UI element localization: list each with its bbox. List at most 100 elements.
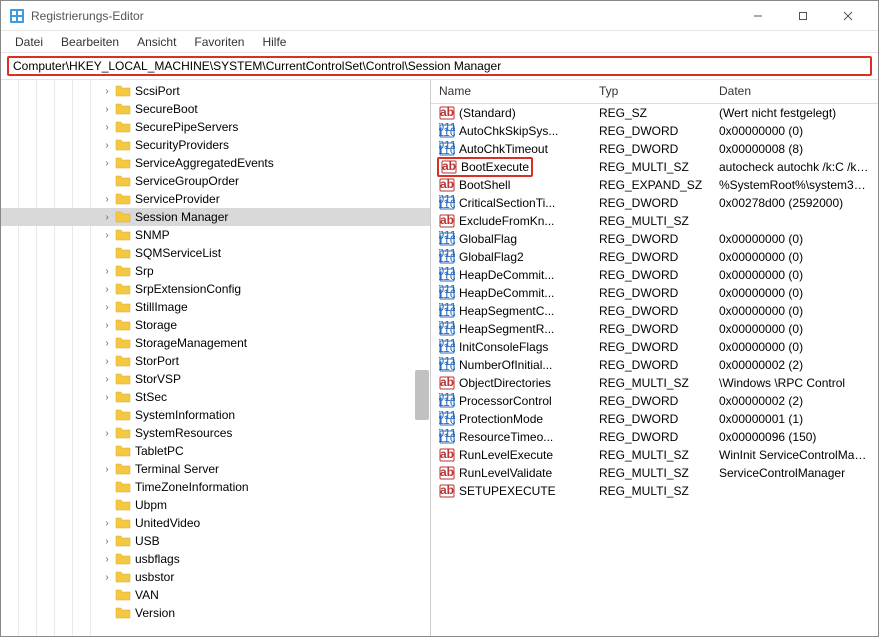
- menu-file[interactable]: Datei: [7, 33, 51, 51]
- value-row[interactable]: 011110HeapDeCommit...REG_DWORD0x00000000…: [431, 284, 878, 302]
- value-row[interactable]: 011110NumberOfInitial...REG_DWORD0x00000…: [431, 356, 878, 374]
- value-data: 0x00000000 (0): [711, 303, 878, 319]
- value-row[interactable]: abObjectDirectoriesREG_MULTI_SZ\Windows …: [431, 374, 878, 392]
- tree-item[interactable]: ›SecurityProviders: [1, 136, 430, 154]
- chevron-right-icon[interactable]: ›: [101, 518, 113, 529]
- close-button[interactable]: [825, 2, 870, 30]
- value-type: REG_DWORD: [591, 411, 711, 427]
- chevron-right-icon[interactable]: ›: [101, 392, 113, 403]
- value-row[interactable]: 011110HeapSegmentR...REG_DWORD0x00000000…: [431, 320, 878, 338]
- chevron-right-icon[interactable]: ›: [101, 266, 113, 277]
- tree-item[interactable]: ›StorPort: [1, 352, 430, 370]
- tree-item[interactable]: ›SNMP: [1, 226, 430, 244]
- tree-item-label: Version: [135, 606, 175, 620]
- tree-item[interactable]: TimeZoneInformation: [1, 478, 430, 496]
- value-row[interactable]: 011110HeapSegmentC...REG_DWORD0x00000000…: [431, 302, 878, 320]
- tree-item[interactable]: SystemInformation: [1, 406, 430, 424]
- tree-item[interactable]: ›ServiceAggregatedEvents: [1, 154, 430, 172]
- chevron-right-icon[interactable]: ›: [101, 464, 113, 475]
- value-row[interactable]: 011110GlobalFlagREG_DWORD0x00000000 (0): [431, 230, 878, 248]
- tree-item[interactable]: ›USB: [1, 532, 430, 550]
- maximize-button[interactable]: [780, 2, 825, 30]
- chevron-right-icon[interactable]: ›: [101, 338, 113, 349]
- value-row[interactable]: abExcludeFromKn...REG_MULTI_SZ: [431, 212, 878, 230]
- chevron-right-icon[interactable]: ›: [101, 158, 113, 169]
- chevron-right-icon[interactable]: ›: [101, 572, 113, 583]
- tree-item[interactable]: ›SecurePipeServers: [1, 118, 430, 136]
- scrollbar-thumb[interactable]: [415, 370, 429, 420]
- chevron-right-icon[interactable]: ›: [101, 194, 113, 205]
- value-row[interactable]: 011110ResourceTimeo...REG_DWORD0x0000009…: [431, 428, 878, 446]
- tree-item[interactable]: ›StSec: [1, 388, 430, 406]
- chevron-right-icon[interactable]: ›: [101, 428, 113, 439]
- tree-pane[interactable]: ›ScsiPort›SecureBoot›SecurePipeServers›S…: [1, 80, 431, 636]
- tree-item[interactable]: ›UnitedVideo: [1, 514, 430, 532]
- chevron-right-icon[interactable]: ›: [101, 356, 113, 367]
- svg-text:ab: ab: [440, 447, 454, 461]
- tree-item[interactable]: ServiceGroupOrder: [1, 172, 430, 190]
- chevron-right-icon[interactable]: ›: [101, 230, 113, 241]
- tree-item[interactable]: ›usbflags: [1, 550, 430, 568]
- folder-icon: [115, 408, 131, 422]
- column-type[interactable]: Typ: [591, 80, 711, 103]
- folder-icon: [115, 174, 131, 188]
- minimize-button[interactable]: [735, 2, 780, 30]
- value-row[interactable]: 011110ProcessorControlREG_DWORD0x0000000…: [431, 392, 878, 410]
- tree-item[interactable]: ›ScsiPort: [1, 82, 430, 100]
- menu-favorites[interactable]: Favoriten: [186, 33, 252, 51]
- tree-item[interactable]: ›StorVSP: [1, 370, 430, 388]
- chevron-right-icon[interactable]: ›: [101, 212, 113, 223]
- tree-item[interactable]: VAN: [1, 586, 430, 604]
- tree-item[interactable]: ›Srp: [1, 262, 430, 280]
- chevron-right-icon[interactable]: ›: [101, 86, 113, 97]
- value-row[interactable]: 011110GlobalFlag2REG_DWORD0x00000000 (0): [431, 248, 878, 266]
- tree-item[interactable]: SQMServiceList: [1, 244, 430, 262]
- tree-item[interactable]: Ubpm: [1, 496, 430, 514]
- tree-item[interactable]: ›StorageManagement: [1, 334, 430, 352]
- tree-item[interactable]: ›SystemResources: [1, 424, 430, 442]
- chevron-right-icon[interactable]: ›: [101, 554, 113, 565]
- value-row[interactable]: ab(Standard)REG_SZ(Wert nicht festgelegt…: [431, 104, 878, 122]
- value-row[interactable]: abRunLevelExecuteREG_MULTI_SZWinInit Ser…: [431, 446, 878, 464]
- menu-edit[interactable]: Bearbeiten: [53, 33, 127, 51]
- chevron-right-icon[interactable]: ›: [101, 536, 113, 547]
- chevron-right-icon[interactable]: ›: [101, 104, 113, 115]
- value-row[interactable]: 011110HeapDeCommit...REG_DWORD0x00000000…: [431, 266, 878, 284]
- value-row[interactable]: abSETUPEXECUTEREG_MULTI_SZ: [431, 482, 878, 500]
- tree-item[interactable]: Version: [1, 604, 430, 622]
- value-row[interactable]: abRunLevelValidateREG_MULTI_SZServiceCon…: [431, 464, 878, 482]
- tree-item[interactable]: ›SrpExtensionConfig: [1, 280, 430, 298]
- menu-view[interactable]: Ansicht: [129, 33, 184, 51]
- chevron-right-icon[interactable]: ›: [101, 320, 113, 331]
- address-input[interactable]: [7, 56, 872, 76]
- value-type: REG_DWORD: [591, 321, 711, 337]
- chevron-right-icon[interactable]: ›: [101, 374, 113, 385]
- value-data: [711, 490, 878, 492]
- tree-item[interactable]: ›usbstor: [1, 568, 430, 586]
- chevron-right-icon[interactable]: ›: [101, 122, 113, 133]
- value-type: REG_DWORD: [591, 393, 711, 409]
- value-row[interactable]: 011110AutoChkSkipSys...REG_DWORD0x000000…: [431, 122, 878, 140]
- values-pane[interactable]: Name Typ Daten ab(Standard)REG_SZ(Wert n…: [431, 80, 878, 636]
- chevron-right-icon[interactable]: ›: [101, 140, 113, 151]
- menu-help[interactable]: Hilfe: [254, 33, 294, 51]
- tree-item[interactable]: ›Storage: [1, 316, 430, 334]
- column-name[interactable]: Name: [431, 80, 591, 103]
- value-row[interactable]: 011110CriticalSectionTi...REG_DWORD0x002…: [431, 194, 878, 212]
- chevron-right-icon[interactable]: ›: [101, 284, 113, 295]
- tree-item[interactable]: › SecureBoot: [1, 100, 430, 118]
- column-data[interactable]: Daten: [711, 80, 878, 103]
- tree-item[interactable]: ›ServiceProvider: [1, 190, 430, 208]
- folder-icon: [115, 588, 131, 602]
- tree-item[interactable]: TabletPC: [1, 442, 430, 460]
- value-row[interactable]: 011110ProtectionModeREG_DWORD0x00000001 …: [431, 410, 878, 428]
- tree-item[interactable]: ›Terminal Server: [1, 460, 430, 478]
- value-row[interactable]: abBootExecuteREG_MULTI_SZautocheck autoc…: [431, 158, 878, 176]
- tree-item[interactable]: ›StillImage: [1, 298, 430, 316]
- value-type: REG_DWORD: [591, 303, 711, 319]
- chevron-right-icon[interactable]: ›: [101, 302, 113, 313]
- tree-item[interactable]: ›Session Manager: [1, 208, 430, 226]
- value-row[interactable]: abBootShellREG_EXPAND_SZ%SystemRoot%\sys…: [431, 176, 878, 194]
- value-row[interactable]: 011110InitConsoleFlagsREG_DWORD0x0000000…: [431, 338, 878, 356]
- tree-item-label: SecureBoot: [135, 102, 198, 116]
